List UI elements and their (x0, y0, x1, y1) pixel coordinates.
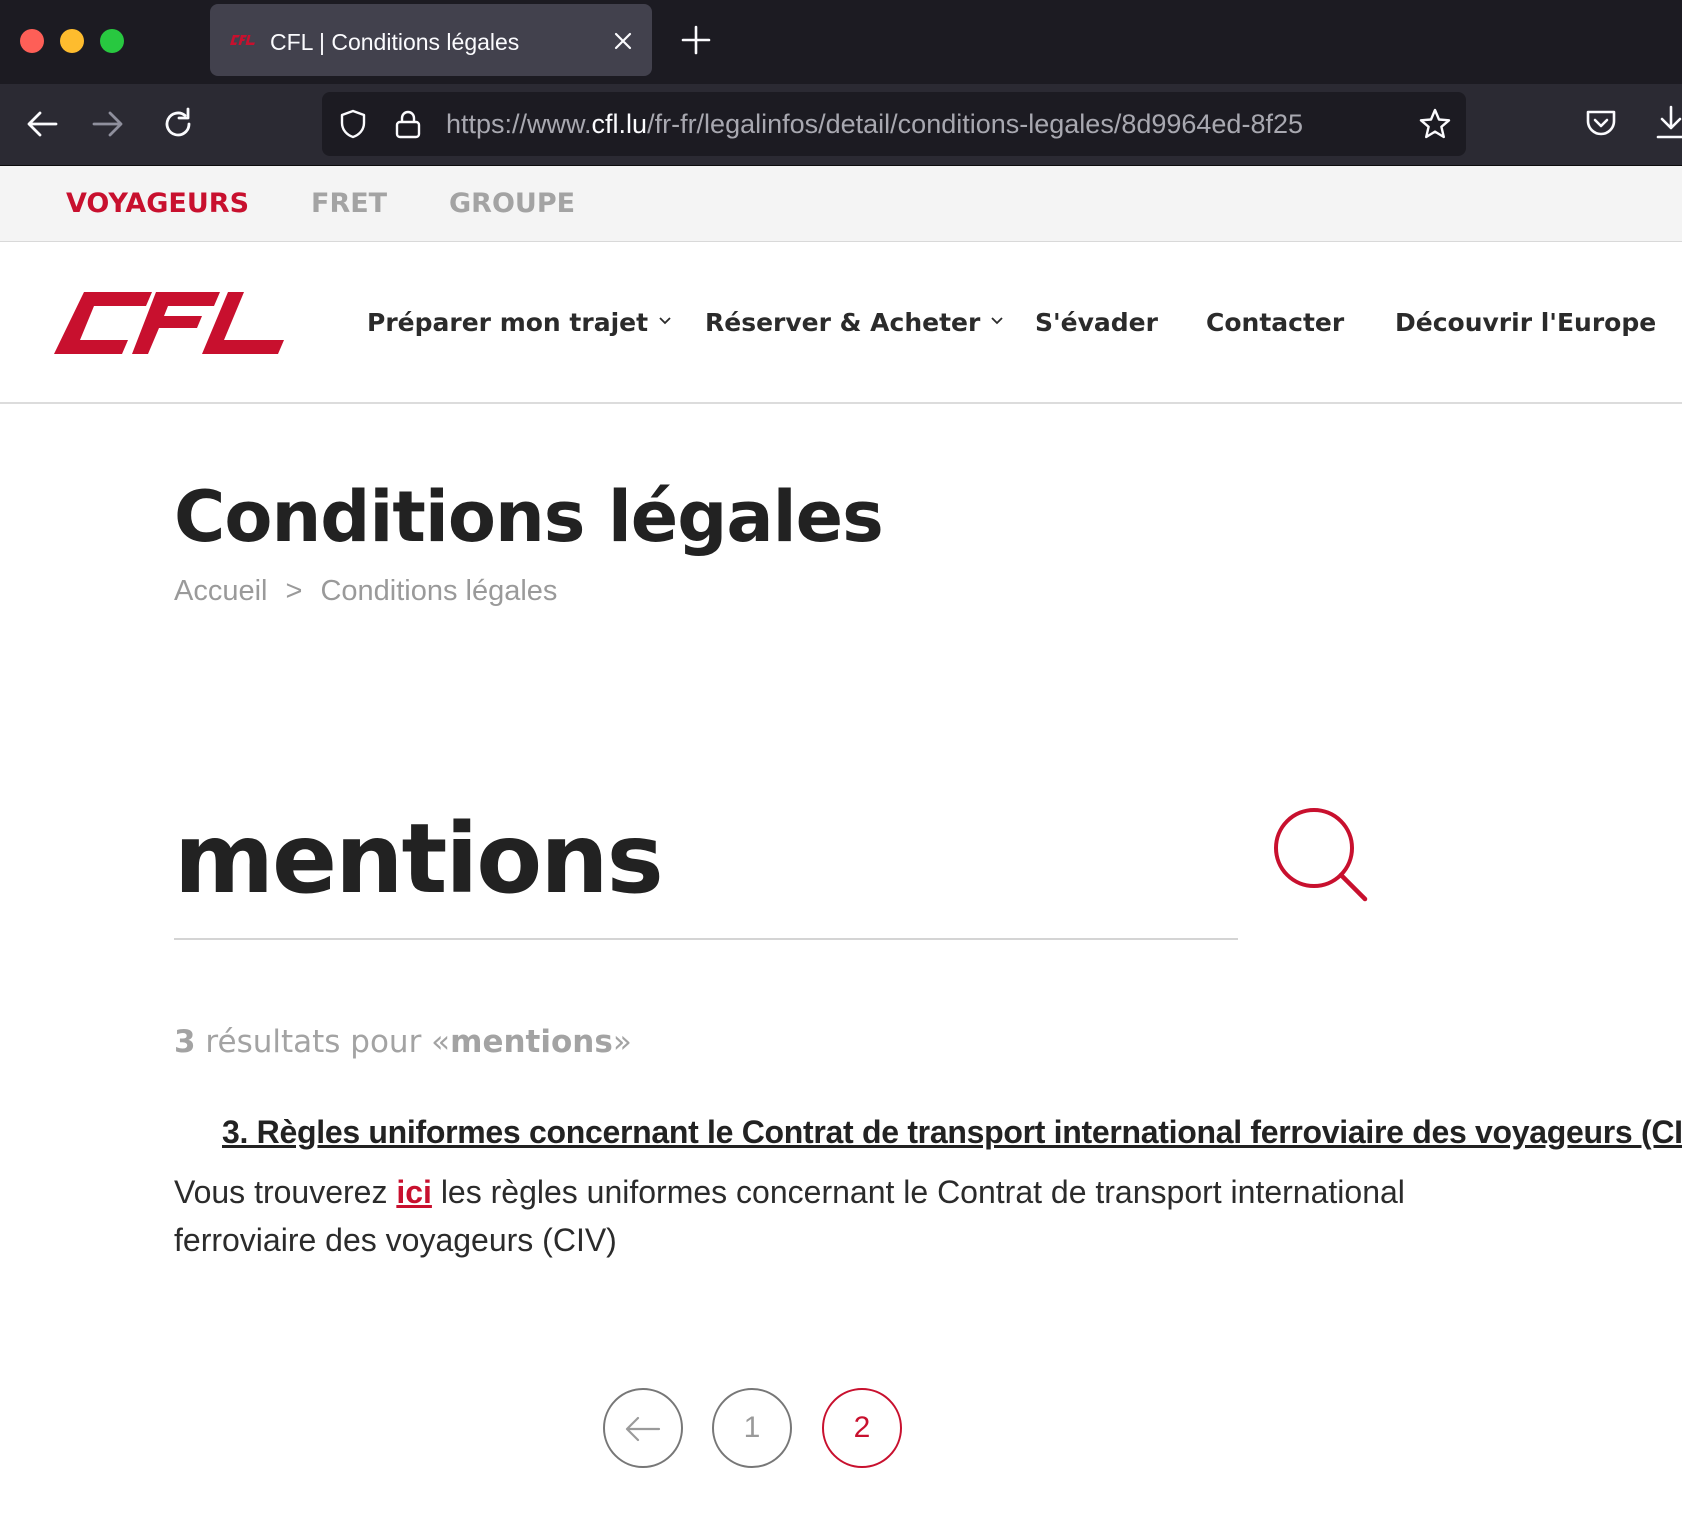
breadcrumb-separator: > (285, 575, 303, 607)
close-window-button[interactable] (20, 29, 44, 53)
nav-reserver-label: Réserver & Acheter (705, 308, 981, 337)
breadcrumb-current: Conditions légales (320, 575, 558, 607)
result-text-before: Vous trouverez (174, 1174, 388, 1210)
tab-title: CFL | Conditions légales (270, 29, 520, 55)
chevron-down-icon (991, 317, 1003, 325)
search-input[interactable] (174, 780, 1238, 940)
result-ici-link[interactable]: ici (396, 1174, 432, 1210)
bookmark-star-icon[interactable] (1418, 107, 1452, 141)
minimize-window-button[interactable] (60, 29, 84, 53)
arrow-left-icon (625, 1416, 661, 1442)
back-arrow-icon[interactable] (22, 104, 62, 144)
new-tab-icon[interactable] (680, 24, 712, 56)
results-close-quote: » (612, 1024, 632, 1060)
download-icon[interactable] (1654, 104, 1682, 142)
breadcrumb-home-link[interactable]: Accueil (174, 575, 268, 607)
results-term: mentions (450, 1024, 613, 1060)
browser-titlebar: CFL | Conditions légales (0, 0, 1682, 84)
pocket-icon[interactable] (1584, 106, 1618, 140)
chevron-down-icon (659, 317, 671, 325)
tracking-protection-shield-icon[interactable] (338, 109, 368, 139)
nav-preparer-label: Préparer mon trajet (367, 308, 649, 337)
reload-icon[interactable] (158, 104, 198, 144)
nav-contacter[interactable]: Contacter (1206, 242, 1344, 404)
close-tab-icon[interactable] (612, 30, 634, 52)
url-host: cfl.lu (591, 109, 648, 139)
segment-voyageurs-link[interactable]: VOYAGEURS (66, 166, 249, 242)
segment-groupe-link[interactable]: GROUPE (449, 166, 575, 242)
url-prefix: https://www. (446, 109, 592, 139)
page-title: Conditions légales (174, 476, 884, 558)
nav-preparer-mon-trajet[interactable]: Préparer mon trajet (367, 242, 672, 404)
cfl-logo[interactable] (52, 290, 284, 356)
cfl-favicon-icon (230, 35, 255, 45)
segment-fret-link[interactable]: FRET (311, 166, 387, 242)
pagination-page-1[interactable]: 1 (712, 1388, 792, 1468)
site-header: Préparer mon trajet Réserver & Acheter S… (0, 242, 1682, 404)
nav-reserver-acheter[interactable]: Réserver & Acheter (705, 242, 1004, 404)
forward-arrow-icon[interactable] (88, 104, 128, 144)
url-path: /fr-fr/legalinfos/detail/conditions-lega… (647, 109, 1303, 139)
pagination-page-2[interactable]: 2 (822, 1388, 902, 1468)
result-title-link[interactable]: 3. Règles uniformes concernant le Contra… (222, 1114, 1682, 1151)
nav-sevader[interactable]: S'évader (1035, 242, 1158, 404)
site-segment-bar: VOYAGEURS FRET GROUPE (0, 166, 1682, 242)
browser-toolbar: https://www.cfl.lu/fr-fr/legalinfos/deta… (0, 84, 1682, 166)
browser-tab[interactable]: CFL | Conditions légales (210, 4, 652, 76)
results-number: 3 (174, 1024, 196, 1060)
pagination-previous-button[interactable] (603, 1388, 683, 1468)
search-icon[interactable] (1270, 804, 1370, 904)
url-bar[interactable]: https://www.cfl.lu/fr-fr/legalinfos/deta… (322, 92, 1466, 156)
url-text[interactable]: https://www.cfl.lu/fr-fr/legalinfos/deta… (446, 92, 1386, 156)
results-count: 3 résultats pour «mentions» (174, 1024, 632, 1060)
results-label: résultats pour « (195, 1024, 451, 1060)
nav-decouvrir-europe[interactable]: Découvrir l'Europe (1395, 242, 1656, 404)
lock-icon[interactable] (394, 109, 422, 139)
breadcrumb: Accueil > Conditions légales (174, 575, 557, 608)
result-description: Vous trouverez ici les règles uniformes … (174, 1168, 1414, 1264)
maximize-window-button[interactable] (100, 29, 124, 53)
